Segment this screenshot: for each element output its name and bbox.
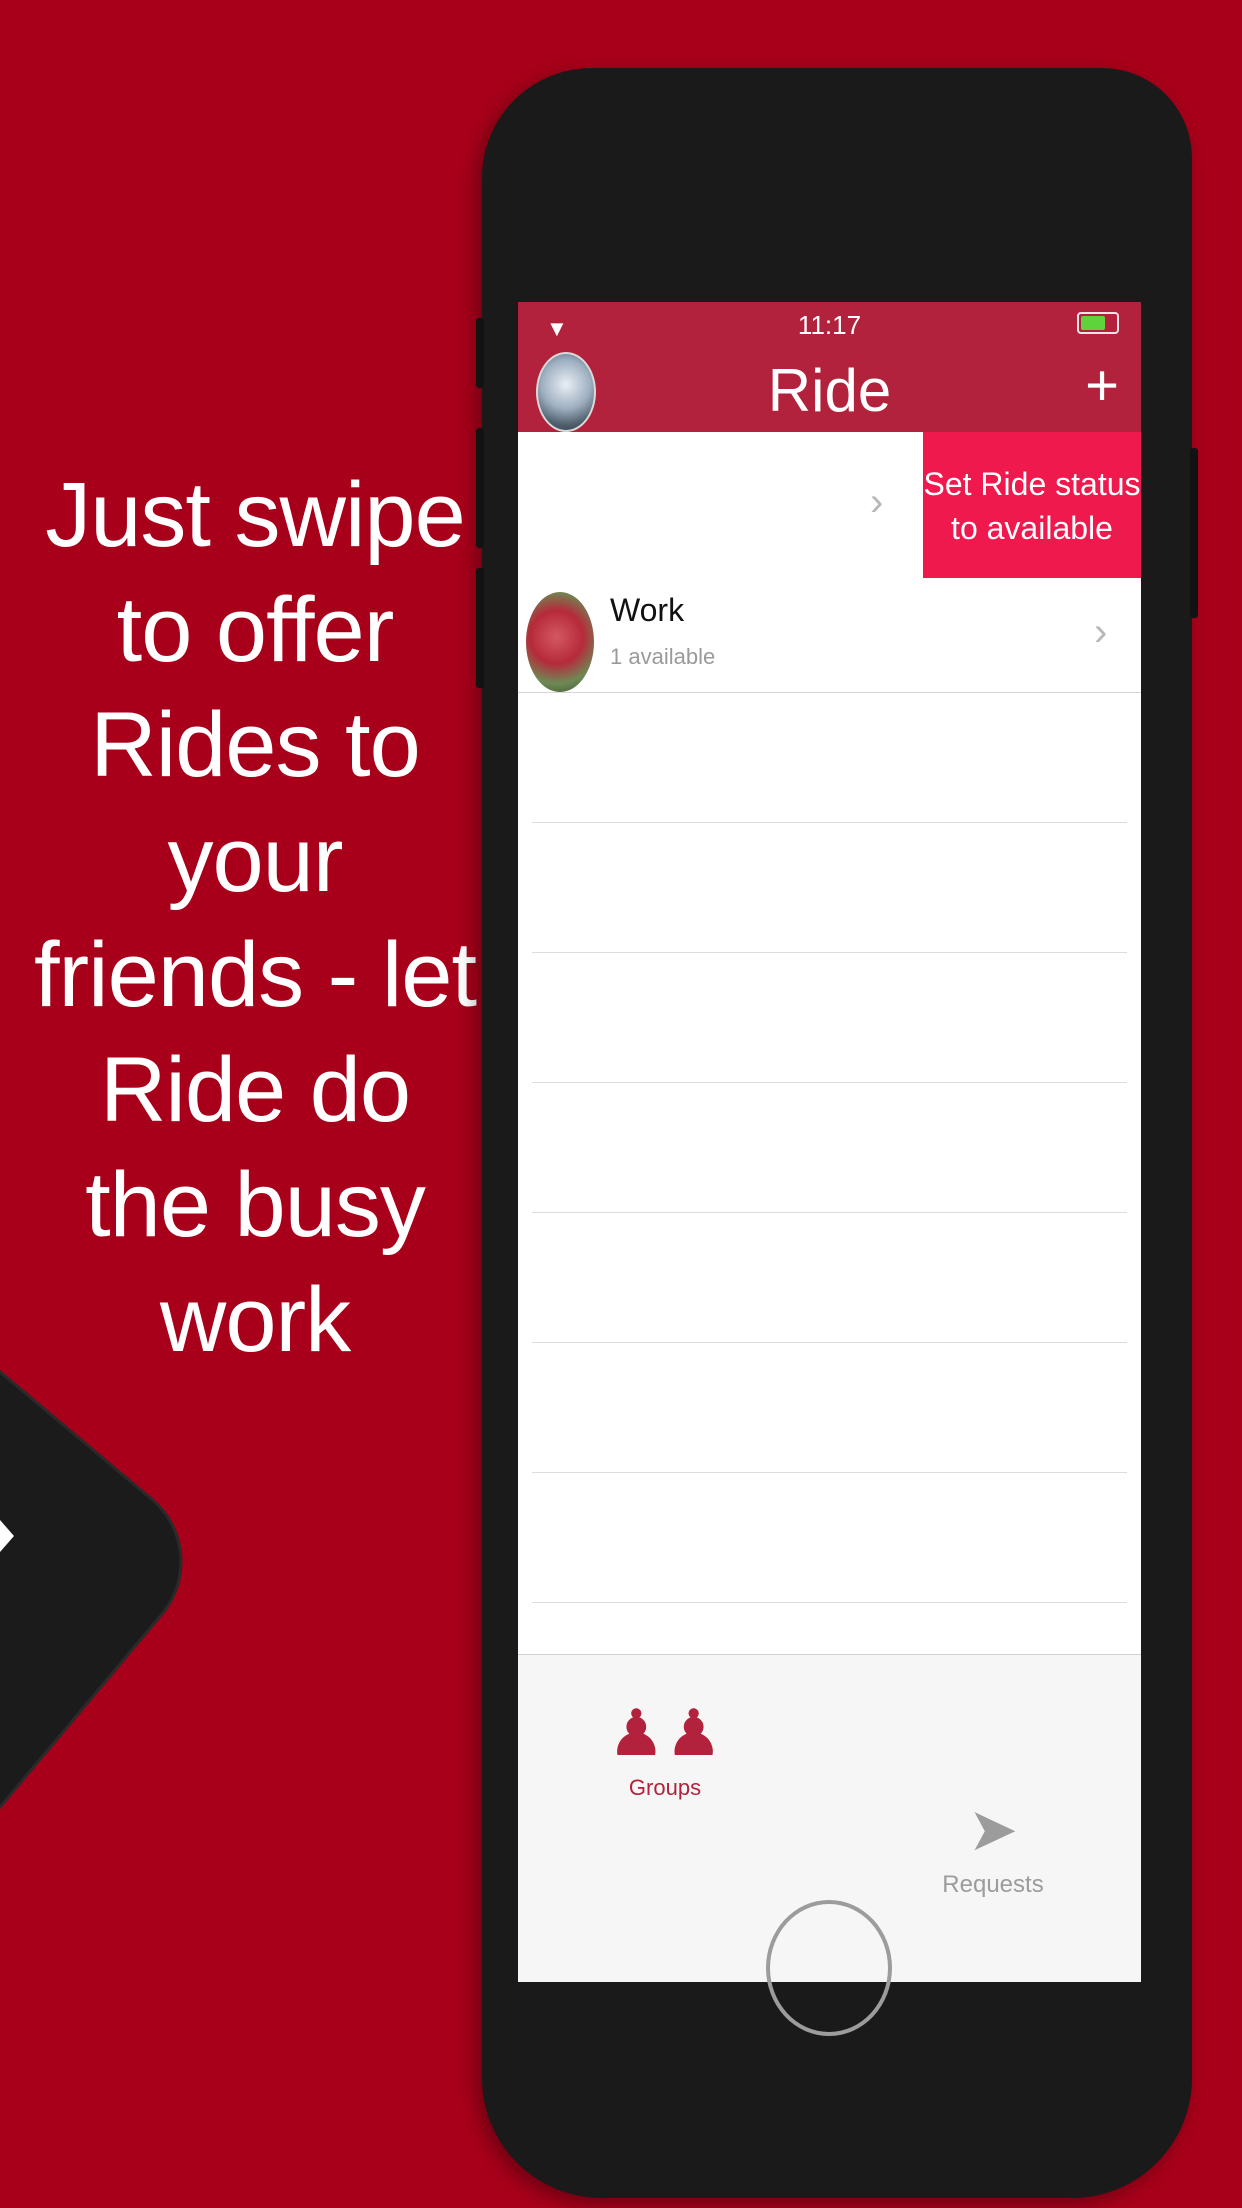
group-name: Work	[610, 592, 685, 628]
people-icon: ♟♟	[607, 1697, 723, 1769]
list-divider	[532, 1342, 1127, 1343]
tab-requests[interactable]: ➤ Requests	[903, 1795, 1083, 1899]
list-divider	[532, 1212, 1127, 1213]
volume-up-button	[476, 428, 484, 548]
tab-groups-label: Groups	[628, 1775, 702, 1800]
list-divider	[532, 952, 1127, 953]
status-bar: ▼ 11:17	[518, 302, 1141, 342]
marketing-headline: Just swipe to offer Rides to your friend…	[20, 458, 490, 1378]
headline-line-5: friends - let	[33, 924, 477, 1026]
secondary-phone	[0, 1320, 213, 1920]
phone-side-button	[476, 318, 484, 388]
list-divider	[532, 1472, 1127, 1473]
group-avatar	[526, 592, 594, 692]
list-divider	[532, 1082, 1127, 1083]
battery-charging-icon	[1077, 312, 1119, 334]
set-available-label-1: Set Ride status	[923, 466, 1141, 502]
navigation-bar: Ride +	[518, 342, 1141, 432]
group-row-work[interactable]: Work 1 available ›	[518, 580, 1141, 693]
app-screen: ▼ 11:17 Ride + › Set Ride status to avai…	[518, 302, 1141, 1982]
chevron-right-icon: ›	[1094, 610, 1108, 654]
headline-line-2: to offer	[116, 579, 395, 681]
headline-line-4: your	[167, 809, 344, 911]
battery-fill	[1081, 316, 1105, 330]
chevron-right-icon: ›	[870, 480, 884, 524]
group-row-swiped[interactable]: › Set Ride status to available	[518, 432, 1141, 581]
home-button[interactable]	[766, 1900, 892, 2036]
list-divider	[532, 822, 1127, 823]
set-available-button[interactable]: Set Ride status to available	[923, 432, 1141, 578]
set-available-label-2: to available	[951, 510, 1113, 546]
secondary-phone-arrow-icon	[0, 1520, 14, 1552]
add-group-button[interactable]: +	[1085, 352, 1119, 419]
headline-line-8: work	[159, 1269, 351, 1371]
headline-line-1: Just swipe	[45, 464, 466, 566]
tab-groups[interactable]: ♟♟ Groups	[600, 1695, 730, 1801]
headline-line-7: the busy	[85, 1154, 426, 1256]
paper-plane-icon: ➤	[967, 1796, 1019, 1863]
page-title: Ride	[767, 357, 892, 424]
headline-line-6: Ride do	[99, 1039, 411, 1141]
headline-line-3: Rides to	[90, 694, 421, 796]
volume-down-button	[476, 568, 484, 688]
power-button	[1190, 448, 1198, 618]
group-availability: 1 available	[610, 644, 716, 669]
tab-requests-label: Requests	[942, 1871, 1044, 1898]
list-divider	[532, 1602, 1127, 1603]
status-time: 11:17	[797, 310, 862, 340]
